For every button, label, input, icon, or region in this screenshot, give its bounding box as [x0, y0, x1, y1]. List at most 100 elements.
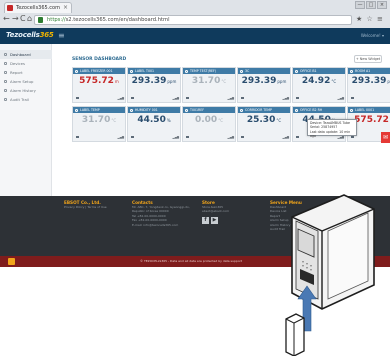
sensor-card-header: OFFICE B1	[293, 68, 345, 74]
sensor-value-number: 293.39	[241, 76, 277, 86]
address-row: ← → C ⌂ https://s2.tezocells365.com/en/d…	[0, 13, 390, 27]
sensor-icon	[350, 108, 353, 112]
sensor-card-header: LABEL FREEZER 001	[73, 68, 125, 74]
battery-icon	[76, 96, 79, 100]
sensor-value-number: 25.30	[246, 115, 276, 125]
signal-icon: ▂▄▆	[117, 96, 124, 100]
sensor-value-number: 293.39	[131, 76, 167, 86]
sensor-card-header: TEMP TEST(REF)	[183, 68, 235, 74]
sensor-card[interactable]: OFFICE B1 24.92°C ▂▄▆	[292, 67, 346, 103]
address-bar[interactable]: https://s2.tezocells365.com/en/dashboard…	[34, 15, 352, 25]
sidebar-item-label: Report	[10, 70, 23, 75]
back-button[interactable]: ←	[3, 14, 10, 24]
feedback-tab-icon[interactable]: ✉	[381, 132, 390, 143]
sensor-card-footer: ▂▄▆	[351, 96, 390, 100]
tab-close-icon[interactable]: ×	[63, 3, 68, 13]
reload-button[interactable]: C	[20, 14, 26, 24]
browser-tab[interactable]: Tezocells365.com ×	[4, 2, 72, 13]
sidebar-item-alarm-history[interactable]: Alarm History	[0, 86, 52, 95]
favicon-icon	[7, 5, 13, 11]
sensor-value-unit: °C	[218, 118, 223, 123]
sensor-value-number: 293.39	[351, 76, 387, 86]
sensor-icon	[240, 69, 243, 73]
sensor-card-footer: ▂▄▆	[241, 135, 289, 139]
sensor-value-number: 0.00	[194, 115, 218, 125]
battery-icon	[241, 135, 244, 139]
home-button[interactable]: ⌂	[27, 14, 32, 24]
signal-icon: ▂▄▆	[227, 135, 234, 139]
sensor-card[interactable]: TEMP TEST(REF) 31.70°C ▂▄▆	[182, 67, 236, 103]
sensor-card-footer: ▂▄▆	[241, 96, 289, 100]
battery-icon	[76, 135, 79, 139]
sensor-card-footer: ▂▄▆	[131, 96, 179, 100]
minimize-button[interactable]: —	[355, 1, 365, 9]
sensor-value: 293.39ppm	[238, 76, 290, 86]
url-scheme: https://	[47, 17, 66, 23]
lock-icon	[38, 17, 43, 23]
sensor-icon	[75, 69, 78, 73]
sensor-card[interactable]: ROOM A1 293.39ppm ▂▄▆	[347, 67, 390, 103]
sidebar-item-label: Alarm Setup	[10, 79, 34, 84]
page-title: SENSOR DASHBOARD	[72, 57, 127, 62]
sensor-value-unit: ppm	[167, 79, 177, 84]
sensor-card-title: T001REF	[190, 108, 205, 112]
facebook-icon[interactable]: f	[202, 216, 209, 224]
sidebar-item-icon	[4, 98, 7, 101]
sensor-value: 0.00°C	[183, 115, 235, 125]
browser-toolbar-icons[interactable]: ★ ☆ ≡	[356, 15, 384, 23]
logo-number: 365	[39, 31, 54, 39]
forward-button[interactable]: →	[12, 14, 19, 24]
footer-email[interactable]: E-mail: info@tezocells365.com	[132, 223, 190, 227]
sidebar-item-label: Audit Trail	[10, 97, 29, 102]
logo-text: Tezocells	[6, 31, 40, 39]
sidebar-item-dashboard[interactable]: Dashboard	[0, 50, 52, 59]
new-widget-button[interactable]: + New Widget	[354, 55, 382, 63]
sensor-card[interactable]: 3C 293.39ppm ▂▄▆	[237, 67, 291, 103]
sidebar-item-icon	[4, 89, 7, 92]
sensor-card[interactable]: CORRIDOR TEMP 25.30°C ▂▄▆	[237, 106, 291, 142]
signal-icon: ▂▄▆	[172, 135, 179, 139]
sensor-card-title: LABEL TEMP	[80, 108, 100, 112]
sensor-value: 25.30°C	[238, 115, 290, 125]
sensor-card-title: 3C	[245, 69, 250, 73]
sensor-card-header: CORRIDOR TEMP	[238, 107, 290, 113]
sensor-card-footer: ▂▄▆	[296, 96, 344, 100]
youtube-icon[interactable]: ▶	[211, 216, 218, 224]
sensor-value-number: 44.50	[137, 115, 166, 125]
sensor-card-header: 3C	[238, 68, 290, 74]
sidebar-item-audit-trail[interactable]: Audit Trail	[0, 95, 52, 104]
sensor-icon	[130, 69, 133, 73]
sidebar-item-label: Devices	[10, 61, 25, 66]
menu-toggle-icon[interactable]: ≡	[58, 31, 65, 40]
sensor-card-title: LABEL 0001	[355, 108, 375, 112]
sensor-card-footer: ▂▄▆	[186, 96, 234, 100]
user-menu[interactable]: Welcome! ▾	[361, 33, 384, 38]
sensor-card[interactable]: LABEL TEMP 31.70°C ▂▄▆	[72, 106, 126, 142]
footer-store-email[interactable]: ebsot@ebsot.com	[202, 209, 229, 213]
app-header: Tezocells365 ≡ Welcome! ▾	[0, 28, 390, 44]
sensor-icon	[185, 108, 188, 112]
sidebar-item-icon	[4, 80, 7, 83]
sensor-card[interactable]: LABEL FREEZER 001 575.72m ▂▄▆	[72, 67, 126, 103]
sensor-card[interactable]: T001REF 0.00°C ▂▄▆	[182, 106, 236, 142]
sidebar-item-devices[interactable]: Devices	[0, 59, 52, 68]
sensor-card[interactable]: LABEL T001 293.39ppm ▂▄▆	[127, 67, 181, 103]
device-tooltip: Device: TezoAMBUS Tube Serial: 25874957 …	[307, 119, 357, 138]
footer-legal-links[interactable]: Privacy Policy | Terms of Use	[64, 205, 107, 209]
sensor-card-header: OFFICE B2 RH	[293, 107, 345, 113]
sensor-icon	[240, 108, 243, 112]
sensor-card[interactable]: HUMIDITY 001 44.50% ▂▄▆	[127, 106, 181, 142]
sidebar-item-icon	[4, 53, 7, 56]
sensor-card-title: TEMP TEST(REF)	[190, 69, 217, 73]
app-logo[interactable]: Tezocells365	[6, 31, 54, 39]
battery-icon	[131, 135, 134, 139]
maximize-button[interactable]: □	[366, 1, 376, 9]
sensor-value-number: 24.92	[301, 76, 331, 86]
battery-icon	[351, 96, 354, 100]
sensor-card-footer: ▂▄▆	[76, 96, 124, 100]
close-window-button[interactable]: ×	[377, 1, 387, 9]
sensor-value-unit: °C	[111, 118, 117, 123]
sensor-card-header: HUMIDITY 001	[128, 107, 180, 113]
sidebar-item-report[interactable]: Report	[0, 68, 52, 77]
sidebar-item-alarm-setup[interactable]: Alarm Setup	[0, 77, 52, 86]
